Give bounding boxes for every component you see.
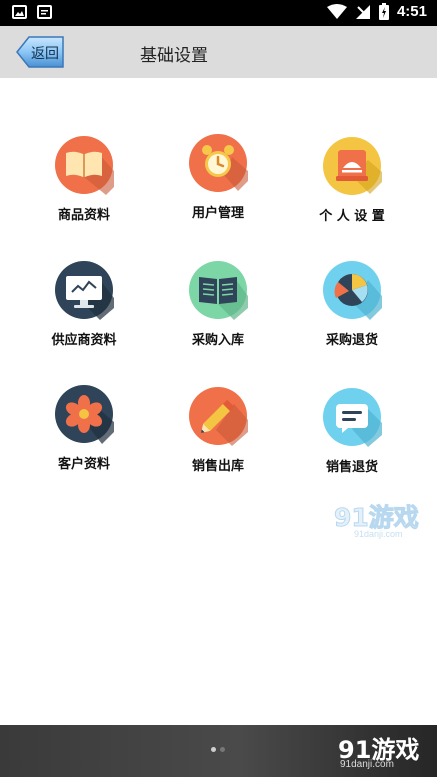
open-book-icon [188,260,248,320]
grid-item-purchase-in[interactable]: 采购入库 [158,260,278,348]
message-notification-icon [37,5,52,19]
grid-item-label: 采购入库 [191,333,244,348]
grid-item-label: 用户管理 [191,206,244,221]
grid-item-user-management[interactable]: 用户管理 [158,133,278,221]
brand-url: 91danji.com [340,759,394,770]
back-button[interactable]: 返回 [15,35,65,69]
grid-item-label: 销售退货 [325,460,378,475]
image-notification-icon [12,5,27,19]
grid-item-supplier-info[interactable]: 供应商资料 [24,260,144,348]
wifi-icon [326,3,347,19]
grid-item-personal-settings[interactable]: 个 人 设 置 [292,136,412,224]
page-indicator [211,747,225,752]
profile-stack-icon [322,136,382,196]
grid-item-purchase-return[interactable]: 采购退货 [292,260,412,348]
grid-item-sales-return[interactable]: 销售退货 [292,387,412,475]
bottom-bar: 91游戏 91danji.com [0,725,437,777]
pencil-icon [188,386,248,446]
grid-item-customer-info[interactable]: 客户资料 [24,384,144,472]
monitor-icon [54,260,114,320]
message-icon [322,387,382,447]
grid-item-label: 商品资料 [57,208,110,223]
grid-item-label: 采购退货 [325,333,378,348]
clock: 4:51 [396,3,427,20]
pie-chart-icon [322,260,382,320]
grid-item-product-info[interactable]: 商品资料 [24,135,144,223]
book-icon [54,135,114,195]
flower-icon [54,384,114,444]
grid-item-label: 销售出库 [191,459,244,474]
title-bar: 返回 基础设置 [0,26,437,78]
battery-icon [378,3,389,20]
grid-item-label: 客户资料 [57,457,110,472]
back-button-label: 返回 [31,46,59,62]
svg-text:91danji.com: 91danji.com [354,529,403,539]
watermark-logo: 91游戏 91danji.com [334,502,429,540]
grid-item-sales-out[interactable]: 销售出库 [158,386,278,474]
grid-item-label: 个 人 设 置 [319,209,385,224]
signal-icon [355,4,370,19]
page-dot [220,747,225,752]
page-title: 基础设置 [140,46,208,66]
page-dot-active [211,747,216,752]
alarm-clock-icon [188,133,248,193]
status-bar: 4:51 [0,0,437,26]
svg-text:91游戏: 91游戏 [334,503,419,532]
grid-item-label: 供应商资料 [51,333,117,348]
